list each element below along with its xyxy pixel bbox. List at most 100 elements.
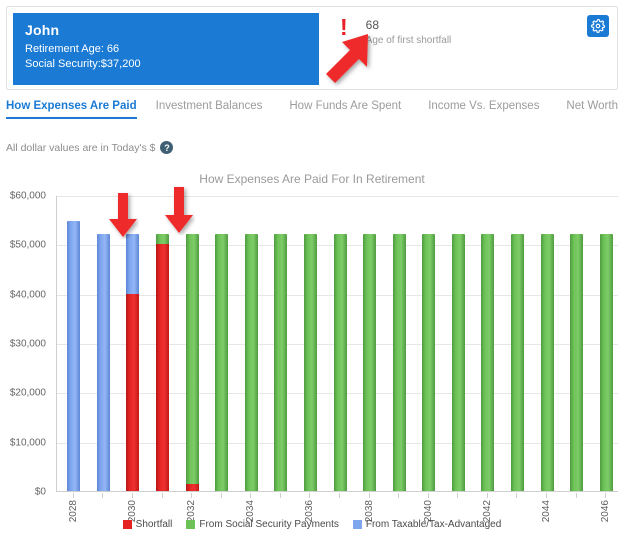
currency-note-text: All dollar values are in Today's $: [6, 141, 156, 154]
x-axis-tick: [605, 493, 607, 498]
legend-swatch: [186, 520, 196, 529]
x-axis-tick: [102, 493, 104, 498]
tab-investment-balances[interactable]: Investment Balances: [156, 100, 263, 117]
bar-segment-social: [510, 234, 524, 491]
x-axis-tick: [220, 493, 222, 498]
bar-2032[interactable]: [185, 234, 199, 491]
bar-2029[interactable]: [96, 234, 110, 491]
x-axis-tick: [279, 493, 281, 498]
metric-value: 68: [365, 18, 380, 32]
tab-bar: How Expenses Are Paid Investment Balance…: [6, 100, 618, 126]
bar-segment-social: [274, 234, 288, 491]
exclamation-icon: !: [340, 14, 348, 40]
bar-2041[interactable]: [451, 234, 465, 491]
bar-2038[interactable]: [363, 234, 377, 491]
bar-segment-social: [599, 234, 613, 491]
x-axis-tick: [339, 493, 340, 498]
x-axis-tick: [191, 493, 193, 498]
currency-note: All dollar values are in Today's $ ?: [6, 141, 174, 154]
tab-net-worth[interactable]: Net Worth: [566, 100, 618, 117]
x-axis-tick: [486, 493, 488, 498]
person-summary-card: John Retirement Age: 66 Social Security:…: [13, 13, 319, 85]
bar-2043[interactable]: [510, 234, 524, 491]
x-axis-tick: [368, 493, 370, 498]
bar-2046[interactable]: [599, 234, 613, 491]
x-axis-tick: [575, 493, 577, 498]
y-axis-tick-label: $20,000: [9, 387, 46, 399]
y-axis-tick-label: $10,000: [9, 437, 46, 449]
bar-2028[interactable]: [67, 221, 81, 491]
bar-segment-social: [481, 234, 495, 491]
bar-2031[interactable]: [156, 233, 170, 491]
bar-segment-social: [244, 234, 258, 491]
bar-segment-shortfall: [126, 293, 140, 491]
x-axis-tick: [309, 493, 311, 498]
social-security-line: Social Security:$37,200: [25, 58, 141, 70]
tab-how-expenses-are-paid[interactable]: How Expenses Are Paid: [6, 100, 137, 119]
bar-series-container: [57, 196, 618, 491]
bar-segment-taxable: [126, 234, 140, 294]
legend-item-1[interactable]: From Social Security Payments: [186, 519, 339, 530]
bar-segment-social: [422, 234, 436, 491]
bar-segment-social: [215, 234, 229, 491]
x-axis-tick: [161, 493, 163, 498]
bar-segment-social: [570, 234, 584, 491]
tab-how-funds-are-spent[interactable]: How Funds Are Spent: [289, 100, 401, 117]
bar-segment-social: [303, 234, 317, 491]
metric-label: Age of first shortfall: [365, 35, 452, 46]
y-axis-tick-label: $60,000: [9, 190, 46, 202]
bar-2039[interactable]: [392, 234, 406, 491]
y-axis-tick-label: $40,000: [9, 289, 46, 301]
x-axis-tick: [398, 493, 400, 498]
bar-segment-social: [185, 234, 199, 484]
legend-label: From Social Security Payments: [199, 519, 339, 530]
x-axis-tick: [72, 493, 74, 498]
gear-icon[interactable]: [587, 15, 609, 37]
bar-2037[interactable]: [333, 234, 347, 491]
x-axis-tick: [427, 493, 429, 498]
bar-2033[interactable]: [215, 234, 229, 491]
bar-segment-shortfall: [185, 483, 199, 491]
header-panel: John Retirement Age: 66 Social Security:…: [6, 6, 618, 90]
bar-2040[interactable]: [422, 234, 436, 491]
x-axis-tick: [516, 493, 518, 498]
bar-segment-social: [333, 234, 347, 491]
bar-2034[interactable]: [244, 234, 258, 491]
bar-segment-shortfall: [156, 244, 170, 491]
retirement-age-line: Retirement Age: 66: [25, 43, 120, 55]
y-axis-labels: $0 $10,000 $20,000 $30,000 $40,000 $50,000 $60…: [0, 191, 52, 498]
legend-label: Shortfall: [135, 519, 173, 530]
bar-2035[interactable]: [274, 234, 288, 491]
legend-item-0[interactable]: Shortfall: [122, 519, 173, 530]
bar-2042[interactable]: [481, 234, 495, 491]
chart-title: How Expenses Are Paid For In Retirement: [199, 172, 425, 186]
x-axis-tick: [546, 493, 548, 498]
chart-plot-area: [56, 196, 618, 492]
y-axis-tick-label: $0: [34, 486, 46, 498]
bar-2030[interactable]: [126, 234, 140, 491]
bar-segment-social: [451, 234, 465, 491]
bar-segment-social: [540, 234, 554, 491]
person-name: John: [25, 22, 60, 38]
bar-segment-taxable: [67, 221, 81, 491]
legend-label: From Taxable/Tax-Advantaged: [365, 519, 502, 530]
bar-segment-taxable: [96, 234, 110, 491]
first-shortfall-metric: ! 68 Age of first shortfall: [332, 14, 582, 75]
legend-swatch: [122, 520, 132, 529]
x-axis-tick: [457, 493, 459, 498]
bar-segment-social: [156, 233, 170, 245]
y-axis-tick-label: $50,000: [9, 239, 46, 251]
legend-swatch: [352, 520, 362, 529]
bar-2044[interactable]: [540, 234, 554, 491]
x-axis-tick: [131, 493, 133, 498]
retirement-dashboard: John Retirement Age: 66 Social Security:…: [0, 0, 624, 539]
bar-segment-social: [392, 234, 406, 491]
bar-segment-social: [363, 234, 377, 491]
bar-2036[interactable]: [303, 234, 317, 491]
legend-item-2[interactable]: From Taxable/Tax-Advantaged: [352, 519, 502, 530]
x-axis-tick: [250, 493, 252, 498]
bar-2045[interactable]: [570, 234, 584, 491]
chart-legend: Shortfall From Social Security Payments Fr…: [0, 519, 624, 530]
tab-income-vs-expenses[interactable]: Income Vs. Expenses: [428, 100, 539, 117]
question-mark-icon[interactable]: ?: [160, 141, 174, 154]
